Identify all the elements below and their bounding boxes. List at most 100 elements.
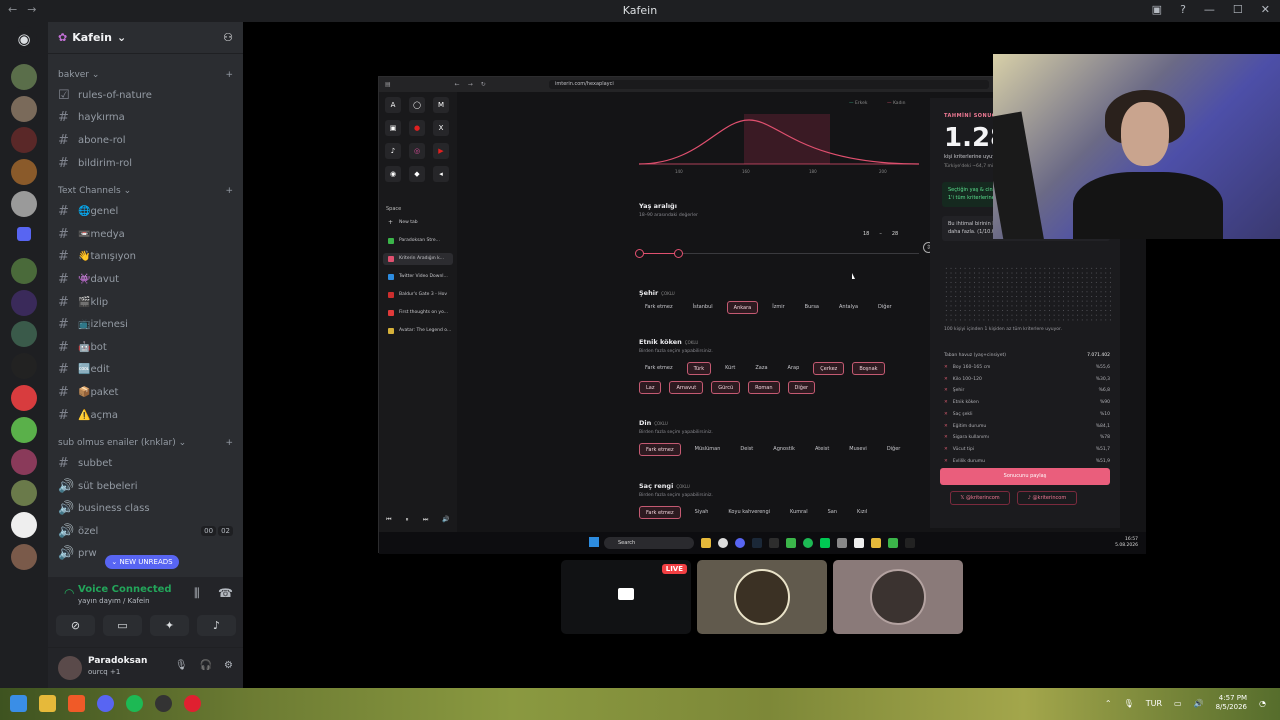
participant-tile[interactable] [833, 560, 963, 634]
age-slider[interactable] [635, 249, 919, 258]
next-icon[interactable]: ⏭ [423, 516, 428, 528]
voice-channel-link[interactable]: yayın dayım / Kafein [78, 597, 150, 605]
hair-chip[interactable]: Siyah [689, 506, 715, 519]
city-chip[interactable]: Fark etmez [639, 301, 679, 314]
server-icon[interactable] [11, 417, 37, 443]
sidebar-toggle-icon[interactable]: ▤ [385, 81, 391, 88]
pinned-site-icon[interactable]: ▣ [385, 120, 401, 136]
opera-icon[interactable] [184, 695, 201, 712]
religion-chip[interactable]: Müslüman [689, 443, 727, 456]
hair-chip[interactable]: San [822, 506, 843, 519]
app-icon[interactable] [786, 538, 796, 548]
github-icon[interactable]: ◯ [409, 97, 425, 113]
hair-chip[interactable]: Kızıl [851, 506, 873, 519]
taskbar-search[interactable]: Search [604, 537, 694, 549]
discord-icon[interactable]: ◉ [385, 166, 401, 182]
app-icon[interactable] [905, 538, 915, 548]
forward-icon[interactable]: → [468, 81, 473, 88]
remove-icon[interactable]: ✕ [944, 388, 948, 393]
browser-tab[interactable]: Twitter Video Downl... [383, 271, 453, 283]
add-channel-icon[interactable]: + [225, 186, 233, 196]
channel-item[interactable]: # 👾davut [48, 268, 243, 291]
tiktok-share-button[interactable]: ♪ @kriterincom [1017, 491, 1077, 505]
language-indicator[interactable]: TUR [1146, 699, 1162, 708]
system-clock[interactable]: 4:57 PM 8/5/2026 [1216, 694, 1247, 712]
inbox-icon[interactable]: ▣ [1152, 3, 1162, 16]
server-icon[interactable] [11, 544, 37, 570]
channel-item[interactable]: # 🤖bot [48, 336, 243, 359]
add-channel-icon[interactable]: + [225, 438, 233, 448]
new-unreads-button[interactable]: ⌄ NEW UNREADS [105, 555, 179, 569]
channel-item[interactable]: # 📦paket [48, 381, 243, 404]
channel-item[interactable]: # 📼medya [48, 223, 243, 246]
criteria-row[interactable]: ✕ Saç şekli %10 [944, 412, 1110, 417]
app-icon[interactable] [769, 538, 779, 548]
criteria-row[interactable]: ✕ Eğitim durumu %84,1 [944, 424, 1110, 429]
server-icon[interactable] [11, 512, 37, 538]
share-result-button[interactable]: Sonucunu paylaş [940, 468, 1110, 485]
app-icon[interactable] [888, 538, 898, 548]
screen-share-button[interactable]: ▭ [103, 615, 142, 636]
remove-icon[interactable]: ✕ [944, 447, 948, 452]
mic-icon[interactable]: 🎙 [175, 660, 188, 671]
remove-icon[interactable]: ✕ [944, 377, 948, 382]
browser-icon[interactable] [718, 538, 728, 548]
tiktok-icon[interactable]: ♪ [385, 143, 401, 159]
criteria-row[interactable]: ✕ Şehir %6,8 [944, 388, 1110, 393]
server-header[interactable]: ✿ Kafein ⌄ ⚇ [48, 22, 243, 54]
app-icon[interactable] [820, 538, 830, 548]
channel-item[interactable]: # 🆒edit [48, 359, 243, 382]
pinned-site-icon[interactable]: ◂ [433, 166, 449, 182]
server-icon[interactable] [11, 159, 37, 185]
network-icon[interactable]: ▭ [1174, 699, 1182, 708]
headphones-icon[interactable]: 🎧 [200, 660, 212, 671]
noise-suppression-icon[interactable]: ⫼ [194, 586, 200, 601]
soundboard-button[interactable]: ♪ [197, 615, 236, 636]
criteria-row[interactable]: ✕ Boy 160–165 cm %55,6 [944, 365, 1110, 370]
channel-item[interactable]: # haykırma [48, 107, 243, 130]
city-chip[interactable]: Bursa [799, 301, 825, 314]
x-share-button[interactable]: 𝕏 @kriterincom [950, 491, 1010, 505]
back-icon[interactable]: ← [455, 81, 460, 88]
volume-icon[interactable]: 🔊 [442, 516, 449, 528]
criteria-row[interactable]: ✕ Sigara kullanımı %78 [944, 435, 1110, 440]
obs-icon[interactable] [155, 695, 172, 712]
voice-channel-item[interactable]: 🔊 business class [48, 498, 243, 521]
app-icon[interactable] [854, 538, 864, 548]
ethnic-chip[interactable]: Fark etmez [639, 362, 679, 375]
ethnic-chip[interactable]: Diğer [787, 381, 816, 394]
criteria-row[interactable]: ✕ Vücut tipi %51,7 [944, 447, 1110, 452]
city-chip[interactable]: İstanbul [687, 301, 719, 314]
voice-channel-item[interactable]: 🔊 özel 00 02 [48, 520, 243, 543]
browser-tab[interactable]: Baldur's Gate 3 - Hov [383, 289, 453, 301]
age-min-handle[interactable] [635, 249, 644, 258]
mic-icon[interactable]: 🎙 [1124, 699, 1134, 708]
gmail-icon[interactable]: M [433, 97, 449, 113]
app-icon[interactable] [871, 538, 881, 548]
channel-item[interactable]: # 🌐genel [48, 200, 243, 223]
religion-chip[interactable]: Fark etmez [639, 443, 681, 456]
criteria-row[interactable]: ✕ Kilo 100–120 %30,3 [944, 377, 1110, 382]
folder-icon[interactable] [701, 538, 711, 548]
server-icon[interactable] [11, 127, 37, 153]
youtube-icon[interactable]: ● [409, 120, 425, 136]
camera-off-button[interactable]: ⊘ [56, 615, 95, 636]
windows-start-icon[interactable] [10, 695, 27, 712]
pinned-site-icon[interactable]: A [385, 97, 401, 113]
channel-item[interactable]: ☑ rules-of-nature [48, 84, 243, 107]
ethnic-chip[interactable]: Çerkez [813, 362, 845, 375]
ethnic-chip[interactable]: Laz [639, 381, 662, 394]
religion-chip[interactable]: Diğer [881, 443, 907, 456]
new-tab-button[interactable]: + New tab [383, 217, 453, 229]
channel-item[interactable]: # ⚠️açma [48, 404, 243, 427]
server-icon[interactable] [11, 191, 37, 217]
remove-icon[interactable]: ✕ [944, 435, 948, 440]
server-icon[interactable] [11, 385, 37, 411]
server-icon[interactable] [11, 290, 37, 316]
disconnect-icon[interactable]: ☎ [218, 586, 233, 600]
browser-tab[interactable]: First thoughts on yo... [383, 307, 453, 319]
steam-icon[interactable] [752, 538, 762, 548]
category-header[interactable]: Text Channels ⌄ + [48, 182, 243, 200]
maximize-icon[interactable]: ☐ [1233, 3, 1243, 16]
ethnic-chip[interactable]: Zaza [749, 362, 773, 375]
